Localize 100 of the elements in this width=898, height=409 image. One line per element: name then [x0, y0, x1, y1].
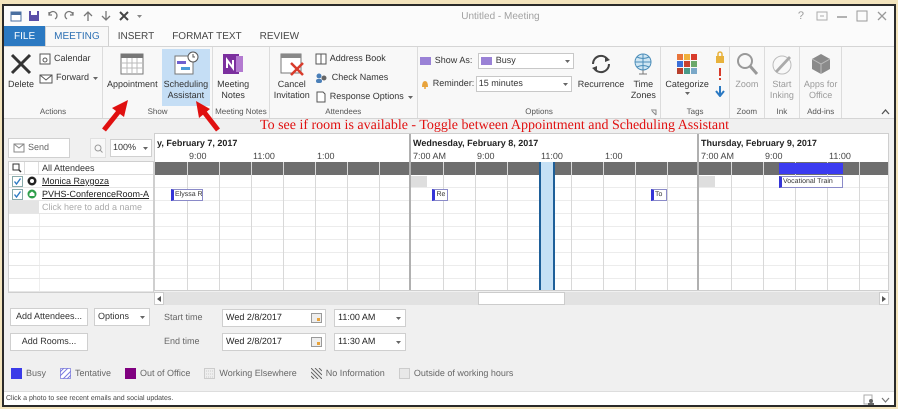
- caret-icon: [406, 94, 414, 100]
- ribbon-button[interactable]: Delete: [6, 49, 36, 106]
- legend-label: Working Elsewhere: [219, 367, 297, 380]
- person-icon: [27, 176, 37, 186]
- ribbon-tab[interactable]: FORMAT TEXT: [163, 26, 251, 46]
- down-arrow-icon[interactable]: [100, 10, 112, 22]
- meeting-time-selection[interactable]: [539, 162, 555, 290]
- group-label: Ink: [776, 106, 788, 118]
- time-dropdown[interactable]: 11:30 AM: [334, 333, 406, 351]
- time-label: Start time: [164, 311, 204, 324]
- ribbon-button[interactable]: Appointment: [105, 49, 160, 106]
- close-icon: [8, 51, 34, 77]
- right-arrow-icon[interactable]: [882, 296, 886, 302]
- hour-label: 9:00: [189, 150, 207, 163]
- redo-icon[interactable]: [64, 10, 76, 22]
- ribbon-button[interactable]: Recurrence: [576, 49, 626, 106]
- exclamation-icon[interactable]: [716, 67, 723, 81]
- add-attendees-button[interactable]: Add Attendees...: [10, 308, 88, 326]
- ribbon-tab[interactable]: MEETING: [45, 26, 109, 46]
- ribbon-button[interactable]: Time Zones: [628, 49, 658, 106]
- undo-icon[interactable]: [46, 10, 58, 22]
- swatch-icon: [420, 56, 432, 66]
- ribbon-tab[interactable]: INSERT: [108, 26, 164, 46]
- legend-label: Outside of working hours: [414, 367, 514, 380]
- calendar-icon[interactable]: [311, 337, 322, 347]
- left-arrow-icon[interactable]: [157, 296, 161, 302]
- schedule-icon: [172, 51, 199, 77]
- out-of-office-swatch-icon: [125, 368, 136, 380]
- hour-label: 7:00 AM: [701, 150, 734, 163]
- ribbon-tab[interactable]: REVIEW: [250, 26, 308, 46]
- no-information-swatch-icon: [310, 368, 322, 380]
- attendee-name[interactable]: PVHS-ConferenceRoom-A: [39, 188, 150, 200]
- window-title: Untitled - Meeting: [461, 10, 540, 24]
- tentative-swatch-icon: [60, 368, 72, 380]
- zoom-search-button[interactable]: [90, 138, 106, 158]
- column-header: All Attendees: [41, 162, 95, 174]
- maximize-icon[interactable]: [856, 10, 868, 22]
- ribbon-button[interactable]: Check Names: [314, 69, 415, 87]
- dialog-launcher-icon[interactable]: [650, 109, 658, 116]
- day-heading: Wednesday, February 8, 2017: [413, 137, 538, 150]
- zoom-dropdown[interactable]: 100%: [110, 139, 152, 157]
- checkbox[interactable]: [12, 188, 22, 200]
- dropdown-field[interactable]: Busy: [478, 53, 574, 69]
- envelope-icon: [39, 72, 54, 84]
- up-arrow-icon[interactable]: [82, 10, 94, 22]
- restore-icon[interactable]: [816, 10, 828, 22]
- group-label: Tags: [686, 106, 704, 118]
- ribbon-button[interactable]: Cancel Invitation: [272, 49, 312, 106]
- ribbon-button[interactable]: Address Book: [314, 50, 415, 68]
- group-label: Attendees: [325, 106, 362, 118]
- group-label: Options: [525, 106, 553, 118]
- hour-label: 11:00: [253, 150, 275, 163]
- arrow: [102, 100, 128, 132]
- ribbon-button[interactable]: Response Options: [314, 88, 415, 106]
- group-label: Show: [148, 106, 168, 118]
- caret-icon: [142, 146, 149, 150]
- collapse-icon[interactable]: [881, 109, 890, 115]
- checkbox[interactable]: [12, 176, 22, 186]
- hour-label: 11:00: [541, 150, 563, 163]
- outside-hours-swatch-icon: [398, 368, 410, 380]
- group-label: Zoom: [736, 106, 758, 118]
- hour-label: 11:00: [829, 150, 851, 163]
- field-label: Reminder:: [432, 77, 473, 90]
- time-dropdown[interactable]: 11:00 AM: [334, 309, 406, 327]
- date-field[interactable]: Wed 2/8/2017: [222, 333, 326, 351]
- send-button[interactable]: Send: [8, 138, 70, 158]
- attendee-name[interactable]: Monica Raygoza: [39, 175, 110, 187]
- day-heading: Thursday, February 9, 2017: [701, 137, 817, 150]
- calendar-icon[interactable]: [10, 10, 22, 22]
- document-icon: [314, 91, 327, 103]
- ribbon-button[interactable]: Categorize: [663, 49, 711, 106]
- save-icon[interactable]: [28, 10, 40, 22]
- calendar-cross-icon: [278, 51, 305, 77]
- legend-label: Out of Office: [140, 367, 190, 380]
- ribbon-button[interactable]: Meeting Notes: [215, 49, 252, 106]
- close-icon[interactable]: [118, 10, 130, 22]
- hour-label: 9:00: [477, 150, 495, 163]
- date-field[interactable]: Wed 2/8/2017: [222, 309, 326, 327]
- dropdown-field[interactable]: 15 minutes: [476, 76, 572, 92]
- horizontal-scrollbar[interactable]: [154, 292, 889, 305]
- ribbon-button[interactable]: Scheduling Assistant: [162, 49, 210, 106]
- add-rooms-button[interactable]: Add Rooms...: [10, 333, 88, 351]
- hour-label: 1:00: [605, 150, 623, 163]
- legend-label: Busy: [26, 367, 46, 380]
- caret-icon: [395, 316, 402, 320]
- calendar-icon[interactable]: [311, 313, 322, 323]
- options-button[interactable]: Options: [94, 308, 150, 326]
- attendee-list-icon[interactable]: [12, 163, 22, 173]
- ribbon-button[interactable]: Calendar: [38, 50, 100, 68]
- caret-icon[interactable]: [136, 14, 143, 18]
- chevron-down-icon[interactable]: [881, 396, 890, 402]
- people-pane-icon[interactable]: [863, 394, 875, 405]
- caret-icon: [139, 314, 146, 320]
- time-label: End time: [164, 335, 201, 348]
- working-elsewhere-swatch-icon: [204, 368, 216, 380]
- ribbon-tab[interactable]: FILE: [4, 26, 46, 46]
- legend-label: Tentative: [75, 367, 112, 380]
- down-arrow-icon[interactable]: [714, 85, 725, 97]
- room-icon: [27, 189, 37, 199]
- ribbon-button[interactable]: Forward: [38, 69, 100, 87]
